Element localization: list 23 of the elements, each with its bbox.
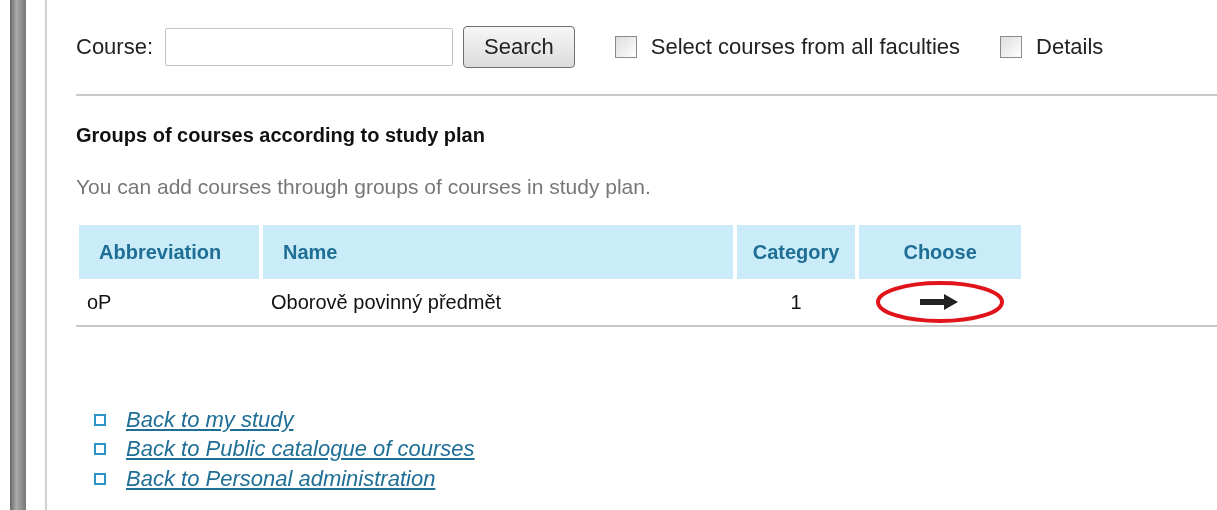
column-header: Category: [737, 225, 856, 279]
bullet-icon: [94, 413, 106, 426]
checkbox[interactable]: [1000, 36, 1023, 58]
course-field[interactable]: [165, 28, 454, 66]
section-title: Groups of courses according to study plan: [76, 124, 486, 147]
table-cell-text: oP: [86, 289, 113, 315]
hint-text: You can add courses through groups of courses in study plan.: [76, 175, 652, 199]
checkbox[interactable]: [614, 36, 637, 58]
bullet-icon: [94, 472, 106, 485]
table-cell-text: 1: [789, 289, 803, 315]
back-link[interactable]: Back to Public catalogue of courses: [126, 436, 475, 463]
column-header: Name: [263, 225, 733, 279]
arrow-icon[interactable]: [920, 294, 959, 310]
search-button[interactable]: Search: [463, 26, 575, 68]
course-label: Course:: [76, 34, 154, 60]
bullet-icon: [94, 443, 106, 456]
checkbox-label: Select courses from all faculties: [650, 34, 961, 60]
column-header: Abbreviation: [79, 225, 259, 279]
back-link[interactable]: Back to my study: [126, 406, 294, 433]
column-header: Choose: [859, 225, 1021, 279]
table-cell-text: Oborově povinný předmět: [270, 289, 503, 315]
checkbox-label: Details: [1036, 34, 1104, 60]
back-link[interactable]: Back to Personal administration: [126, 465, 436, 492]
